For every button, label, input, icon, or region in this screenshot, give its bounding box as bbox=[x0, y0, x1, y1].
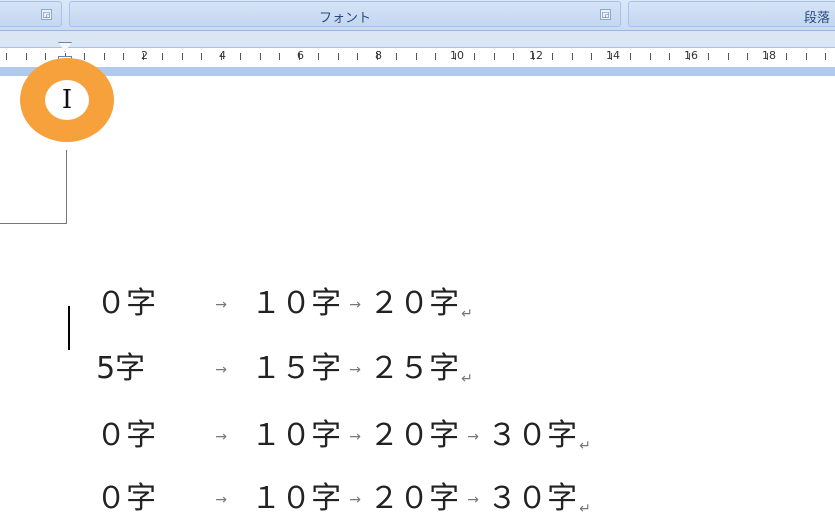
ruler-number: 16 bbox=[684, 49, 698, 62]
ruler-tick bbox=[806, 53, 807, 60]
text-line[interactable]: 5字 → １５字 → ２５字 ↵ bbox=[77, 308, 473, 387]
ruler-tick bbox=[474, 53, 475, 60]
ruler-bottom-bar bbox=[0, 67, 835, 76]
ruler-number: 14 bbox=[606, 49, 620, 62]
text-segment: ２０字 bbox=[369, 481, 460, 516]
ruler-tick bbox=[396, 53, 397, 60]
tab-mark: → bbox=[215, 491, 227, 508]
ruler-tick bbox=[162, 53, 163, 60]
ruler-tick bbox=[318, 53, 319, 60]
tab-mark: → bbox=[349, 491, 361, 508]
horizontal-ruler[interactable] bbox=[0, 47, 835, 68]
paragraph-group-label: 段落 bbox=[804, 11, 831, 26]
text-segment: ３０字 bbox=[487, 481, 578, 516]
ruler-tick bbox=[572, 53, 573, 60]
ruler-tick bbox=[591, 53, 592, 60]
page-corner-mark bbox=[66, 150, 67, 224]
i-beam-cursor-icon: I bbox=[45, 80, 89, 120]
ruler-tick bbox=[279, 53, 280, 60]
ruler-tick bbox=[104, 53, 105, 60]
ruler-tick bbox=[357, 53, 358, 60]
ruler-tick bbox=[747, 53, 748, 60]
ribbon-group-font: フォント ◲ bbox=[69, 1, 621, 27]
text-line[interactable]: ０字 → １０字 → ２０字 → ３０字 ↵ bbox=[77, 438, 591, 517]
text-segment: １０字 bbox=[251, 481, 342, 516]
ruler-tick bbox=[182, 53, 183, 60]
ruler-tick bbox=[338, 53, 339, 60]
paragraph-mark: ↵ bbox=[579, 501, 591, 517]
ruler-tick bbox=[45, 53, 46, 60]
ruler-number: 18 bbox=[762, 49, 776, 62]
ruler-tick bbox=[650, 53, 651, 60]
ruler-number: 8 bbox=[375, 49, 382, 62]
ruler-tick bbox=[26, 53, 27, 60]
ruler-tick bbox=[728, 53, 729, 60]
font-launcher-icon[interactable]: ◲ bbox=[600, 9, 611, 20]
ruler-tick bbox=[513, 53, 514, 60]
text-segment: ０字 bbox=[96, 481, 157, 516]
text-caret bbox=[68, 306, 70, 350]
ruler-tick bbox=[84, 53, 85, 60]
ruler-tick bbox=[669, 53, 670, 60]
ruler-tick bbox=[123, 53, 124, 60]
font-group-label: フォント bbox=[318, 11, 371, 26]
text-line[interactable]: ０字 → １０字 → ２０字 → ３０字 ↵ bbox=[77, 375, 591, 454]
ribbon-group-labels: ◲ フォント ◲ 段落 bbox=[0, 0, 835, 31]
ruler-number: 2 bbox=[141, 49, 148, 62]
ruler-tick bbox=[240, 53, 241, 60]
ruler-number: 4 bbox=[219, 49, 226, 62]
ruler-tick bbox=[6, 53, 7, 60]
ribbon-group-paragraph: 段落 bbox=[628, 1, 835, 27]
ruler-number: 12 bbox=[529, 49, 543, 62]
ruler-number: 6 bbox=[297, 49, 304, 62]
ruler-tick bbox=[416, 53, 417, 60]
page-corner-mark bbox=[0, 223, 67, 224]
ruler-tick bbox=[494, 53, 495, 60]
ruler-tick bbox=[825, 53, 826, 60]
ruler-tick bbox=[708, 53, 709, 60]
ruler-tick bbox=[260, 53, 261, 60]
clipboard-launcher-icon[interactable]: ◲ bbox=[41, 9, 52, 20]
tab-mark: → bbox=[467, 491, 479, 508]
ruler-tick bbox=[552, 53, 553, 60]
text-line[interactable]: ０字 → １０字 → ２０字 ↵ bbox=[77, 243, 473, 322]
click-highlight: I bbox=[20, 58, 114, 142]
ruler-tick bbox=[435, 53, 436, 60]
ruler-tick bbox=[630, 53, 631, 60]
ruler-number: 10 bbox=[450, 49, 464, 62]
ruler-tick bbox=[201, 53, 202, 60]
ribbon-group-clipboard: ◲ bbox=[0, 1, 62, 27]
ruler-tick bbox=[786, 53, 787, 60]
